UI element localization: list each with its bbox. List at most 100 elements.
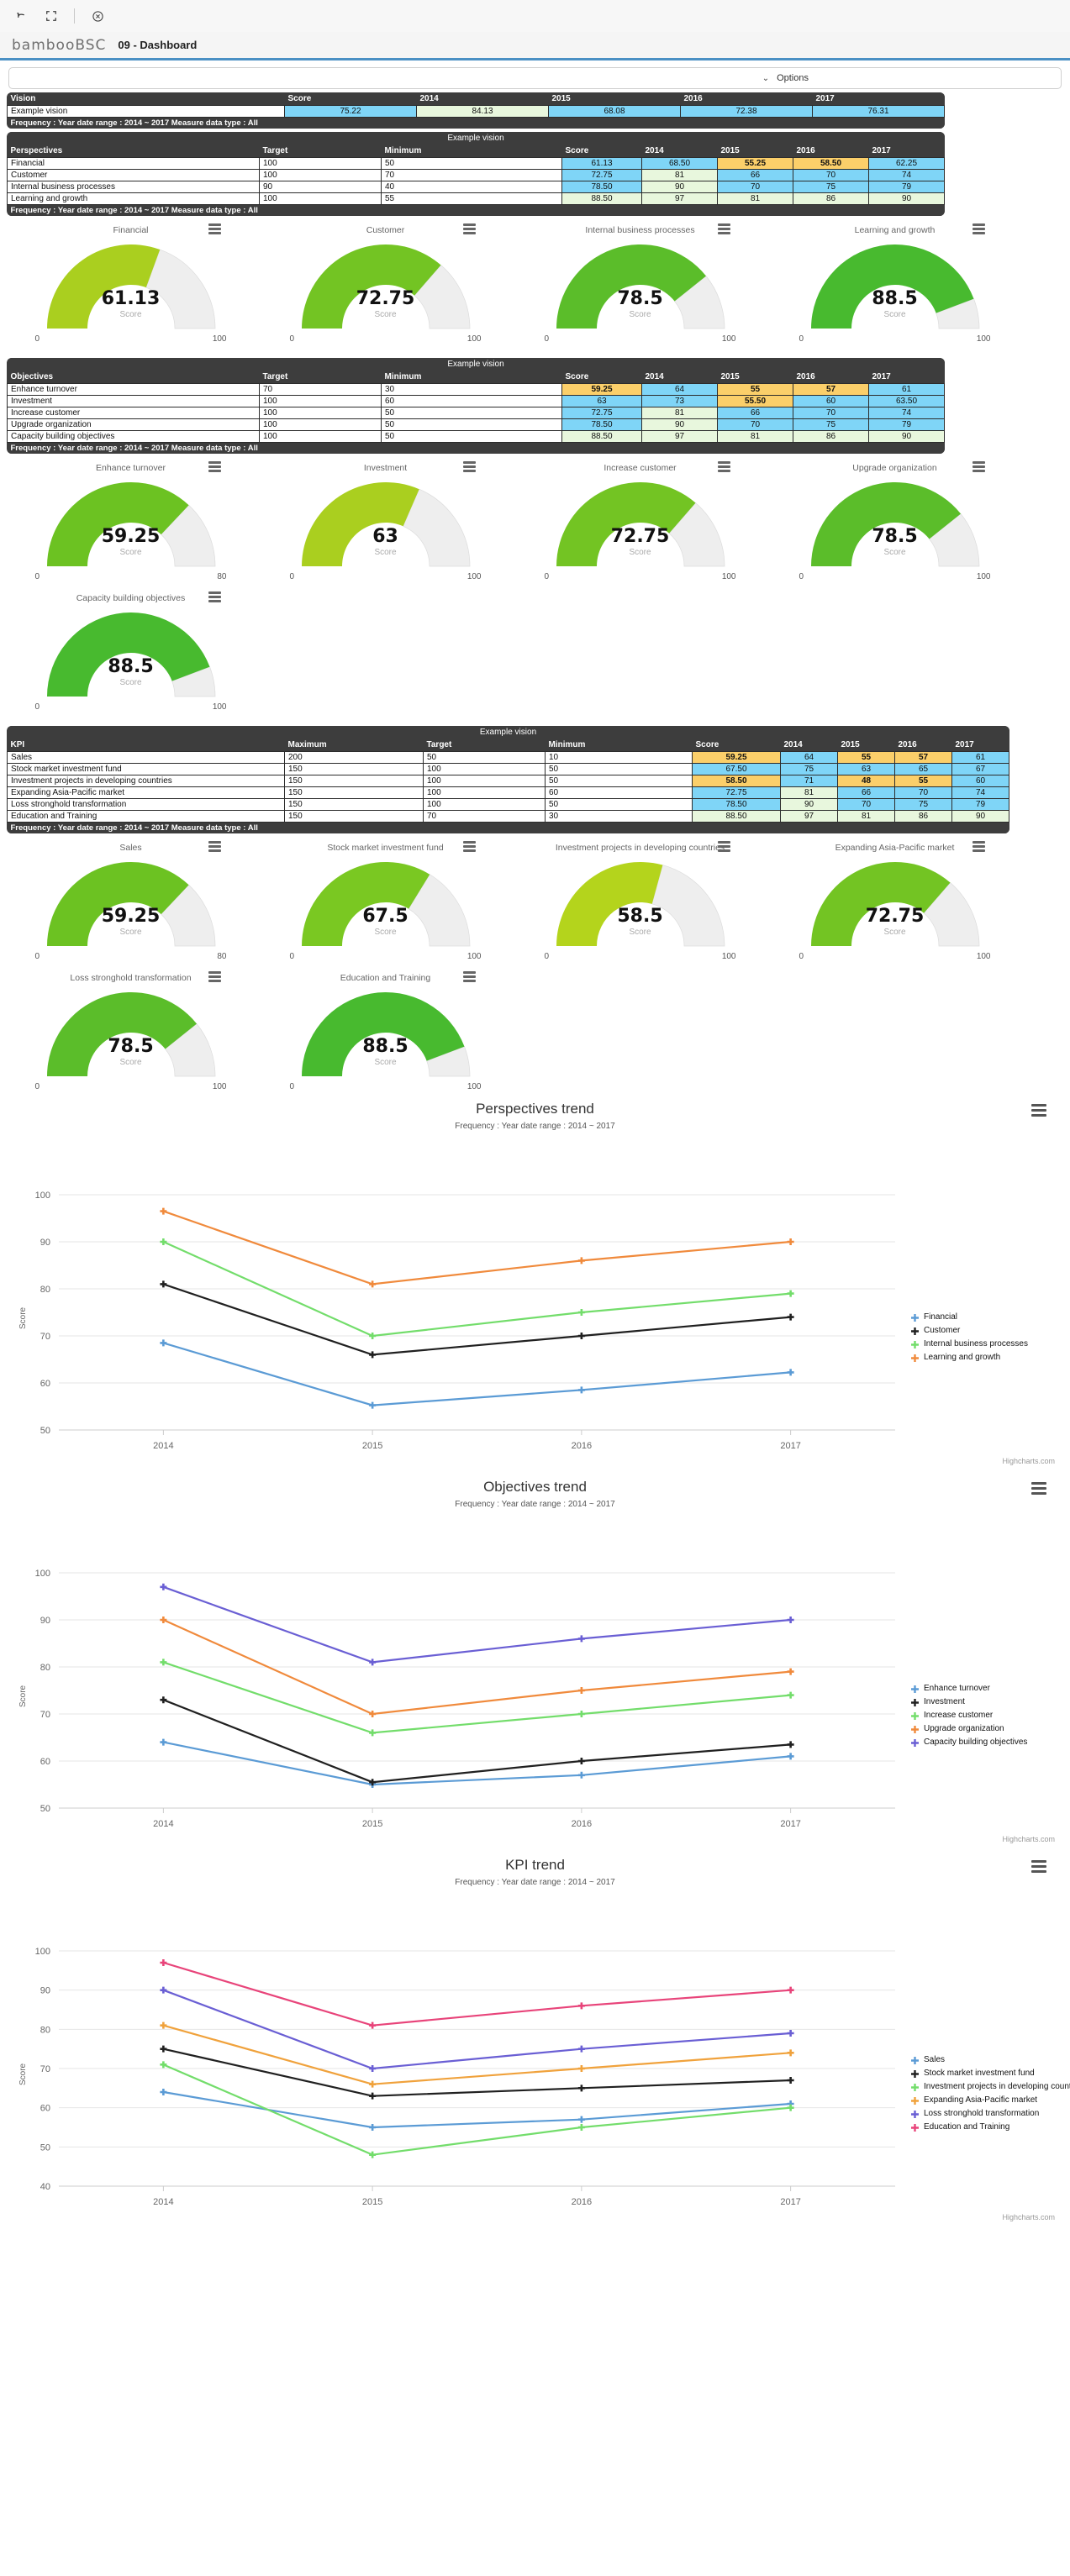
score-cell: 81 xyxy=(780,786,838,799)
legend-item[interactable]: Learning and growth xyxy=(910,1351,1028,1364)
chart-menu-icon[interactable] xyxy=(208,971,221,982)
gauge-axis-max: 80 xyxy=(217,952,227,961)
table-row[interactable]: Investment 100 60 63 73 55.50 60 63.50 xyxy=(7,394,946,407)
legend-marker-icon xyxy=(910,2069,920,2079)
row-label: Increase customer xyxy=(7,406,260,419)
legend-item[interactable]: Loss stronghold transformation xyxy=(910,2107,1070,2121)
legend-item[interactable]: Upgrade organization xyxy=(910,1722,1027,1736)
chart-plot: 50 60 70 80 90 100 2014 2015 2016 2017 xyxy=(35,1569,895,1829)
chart-menu-icon[interactable] xyxy=(1031,1860,1046,1873)
legend-item[interactable]: Increase customer xyxy=(910,1709,1027,1722)
table-row[interactable]: Learning and growth 100 55 88.50 97 81 86 90 xyxy=(7,192,946,205)
gauge-card-kpi[interactable]: Expanding Asia-Pacific market 72.75 Scor… xyxy=(767,840,1022,964)
gauge-sub-label: Score xyxy=(883,310,906,319)
table-row[interactable]: Sales 200 50 10 59.25 64 55 57 61 xyxy=(7,750,1010,764)
chart-menu-icon[interactable] xyxy=(972,841,985,852)
legend-item[interactable]: Customer xyxy=(910,1324,1028,1338)
chart-credit[interactable]: Highcharts.com xyxy=(1002,2213,1055,2221)
gauge-card-kpi[interactable]: Sales 59.25 Score 0 80 xyxy=(3,840,258,964)
gauge-sub-label: Score xyxy=(629,310,651,319)
chart-menu-icon[interactable] xyxy=(1031,1104,1046,1117)
table-row[interactable]: Stock market investment fund 150 100 50 67.5… xyxy=(7,762,1010,775)
chart-menu-icon[interactable] xyxy=(972,223,985,234)
gauge-card-kpi[interactable]: Education and Training 88.5 Score 0 100 xyxy=(258,970,513,1094)
score-cell: 68.50 xyxy=(641,156,718,170)
chart-menu-icon[interactable] xyxy=(208,461,221,472)
chart-menu-icon[interactable] xyxy=(718,223,730,234)
score-cell: 70 xyxy=(793,406,869,419)
chevron-down-icon: ⌄ xyxy=(762,73,770,83)
chart-menu-icon[interactable] xyxy=(718,841,730,852)
score-cell: 58.50 xyxy=(692,774,781,787)
objectives-table-block: Example vision Objectives Target Minimum Sco… xyxy=(0,346,1070,454)
chart-menu-icon[interactable] xyxy=(463,461,476,472)
legend-item[interactable]: Education and Training xyxy=(910,2121,1070,2134)
table-row[interactable]: Education and Training 150 70 30 88.50 97 81 86… xyxy=(7,809,1010,823)
legend-item[interactable]: Internal business processes xyxy=(910,1338,1028,1351)
gauge-card-kpi[interactable]: Investment projects in developing countr… xyxy=(513,840,767,964)
gauge-card-perspective[interactable]: Internal business processes 78.5 Score 0… xyxy=(513,223,767,346)
gauge-card-objective[interactable]: Increase customer 72.75 Score 0 100 xyxy=(513,460,767,584)
gauge-card-objective[interactable]: Investment 63 Score 0 100 xyxy=(258,460,513,584)
table-row[interactable]: Increase customer 100 50 72.75 81 66 70 74 xyxy=(7,406,946,419)
column-header: 2017 xyxy=(951,739,1009,751)
chart-menu-icon[interactable] xyxy=(463,841,476,852)
back-arrow-icon[interactable] xyxy=(12,7,30,25)
chart-menu-icon[interactable] xyxy=(208,223,221,234)
legend-item[interactable]: Investment projects in developing countr… xyxy=(910,2080,1070,2094)
score-cell: 75 xyxy=(894,797,952,811)
gauge-card-perspective[interactable]: Learning and growth 88.5 Score 0 100 xyxy=(767,223,1022,346)
table-row[interactable]: Customer 100 70 72.75 81 66 70 74 xyxy=(7,168,946,181)
legend-label: Customer xyxy=(924,1326,961,1335)
column-header: Score xyxy=(561,145,642,157)
table-row[interactable]: Enhance turnover 70 30 59.25 64 55 57 61 xyxy=(7,382,946,396)
gauge-card-objective[interactable]: Upgrade organization 78.5 Score 0 100 xyxy=(767,460,1022,584)
chart-menu-icon[interactable] xyxy=(972,461,985,472)
legend-item[interactable]: Investment xyxy=(910,1695,1027,1709)
gauge-card-kpi[interactable]: Stock market investment fund 67.5 Score … xyxy=(258,840,513,964)
gauge-sub-label: Score xyxy=(374,1058,397,1067)
close-circle-icon[interactable] xyxy=(88,7,107,25)
gauge-card-kpi[interactable]: Loss stronghold transformation 78.5 Scor… xyxy=(3,970,258,1094)
chart-menu-icon[interactable] xyxy=(463,971,476,982)
chart-menu-icon[interactable] xyxy=(463,223,476,234)
legend-marker-icon xyxy=(910,1313,920,1322)
gauge-card-objective[interactable]: Enhance turnover 59.25 Score 0 80 xyxy=(3,460,258,584)
maximum-cell: 150 xyxy=(284,762,424,775)
gauge-value: 78.5 xyxy=(617,288,663,309)
score-cell: 97 xyxy=(780,809,838,823)
svg-text:70: 70 xyxy=(40,2064,50,2074)
table-row[interactable]: Expanding Asia-Pacific market 150 100 60 72.… xyxy=(7,786,1010,799)
gauge-card-objective[interactable]: Capacity building objectives 88.5 Score … xyxy=(3,591,258,714)
table-row[interactable]: Capacity building objectives 100 50 88.50 97… xyxy=(7,429,946,443)
legend-item[interactable]: Enhance turnover xyxy=(910,1682,1027,1695)
gauge-axis: 0 100 xyxy=(34,334,229,346)
legend-item[interactable]: Capacity building objectives xyxy=(910,1736,1027,1749)
gauge-card-perspective[interactable]: Financial 61.13 Score 0 100 xyxy=(3,223,258,346)
options-dropdown[interactable]: ⌄ Options xyxy=(8,67,1062,89)
row-label: Internal business processes xyxy=(7,180,260,193)
chart-menu-icon[interactable] xyxy=(718,461,730,472)
chart-menu-icon[interactable] xyxy=(1031,1482,1046,1495)
minimum-cell: 50 xyxy=(381,156,562,170)
legend-item[interactable]: Sales xyxy=(910,2053,1070,2067)
chart-credit[interactable]: Highcharts.com xyxy=(1002,1835,1055,1843)
table-row[interactable]: Internal business processes 90 40 78.50 90 70… xyxy=(7,180,946,193)
legend-item[interactable]: Financial xyxy=(910,1311,1028,1324)
table-row[interactable]: Upgrade organization 100 50 78.50 90 70 75 79 xyxy=(7,418,946,431)
minimum-cell: 10 xyxy=(545,750,693,764)
score-cell: 74 xyxy=(951,786,1010,799)
svg-text:50: 50 xyxy=(40,2142,50,2153)
gauge-axis: 0 100 xyxy=(34,702,229,714)
legend-item[interactable]: Expanding Asia-Pacific market xyxy=(910,2094,1070,2107)
table-row[interactable]: Investment projects in developing countr… xyxy=(7,774,1010,787)
table-row[interactable]: Financial 100 50 61.13 68.50 55.25 58.50 62.25 xyxy=(7,156,946,170)
table-row[interactable]: Loss stronghold transformation 150 100 50 78… xyxy=(7,797,1010,811)
chart-menu-icon[interactable] xyxy=(208,591,221,602)
legend-item[interactable]: Stock market investment fund xyxy=(910,2067,1070,2080)
chart-credit[interactable]: Highcharts.com xyxy=(1002,1457,1055,1465)
gauge-card-perspective[interactable]: Customer 72.75 Score 0 100 xyxy=(258,223,513,346)
chart-menu-icon[interactable] xyxy=(208,841,221,852)
fullscreen-icon[interactable] xyxy=(42,7,61,25)
table-row[interactable]: Example vision 75.22 84.13 68.08 72.38 76.31 xyxy=(7,104,945,118)
